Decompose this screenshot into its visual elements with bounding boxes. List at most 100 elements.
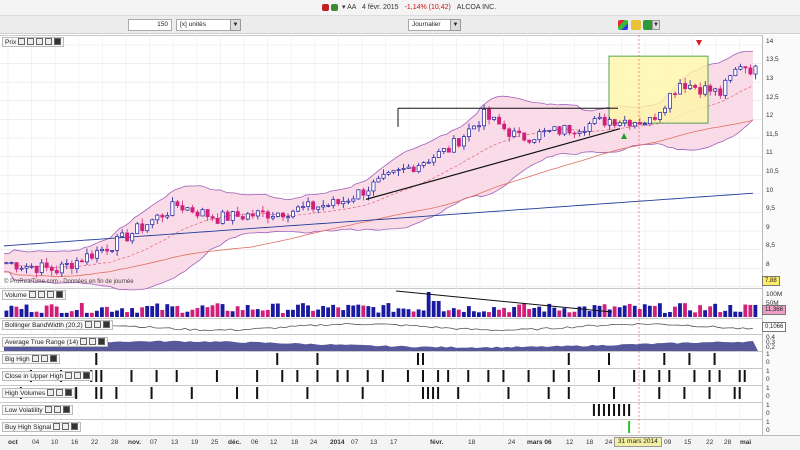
close-upper-signal-bar <box>336 370 339 382</box>
date-tick: 04 <box>32 439 40 446</box>
volume-bar <box>567 312 572 317</box>
window-icon[interactable] <box>53 423 61 430</box>
price-tick: 14 <box>766 38 774 45</box>
close-icon[interactable] <box>54 38 62 45</box>
candle-body <box>577 131 582 134</box>
wrench-icon[interactable] <box>89 338 97 345</box>
volume-bar <box>220 304 225 317</box>
volume-bar <box>205 307 210 317</box>
wrench-icon[interactable] <box>93 321 101 328</box>
window-icon[interactable] <box>65 372 73 379</box>
volume-bar <box>657 303 662 317</box>
wrench-icon[interactable] <box>62 423 70 430</box>
wrench-icon[interactable] <box>40 355 48 362</box>
volume-tick: 100M <box>766 291 783 298</box>
buy-high-panel-label[interactable]: Buy High Signal <box>2 422 82 432</box>
close-upper-signal-bar <box>437 370 440 382</box>
candle-body <box>311 201 316 210</box>
candle-body <box>180 205 185 211</box>
close-upper-signal-bar <box>527 370 530 382</box>
bbw-panel-label[interactable]: Bollinger BandWidth (20,2) <box>2 320 113 330</box>
low-volatility-axis: 1 0 <box>762 402 800 419</box>
wrench-icon[interactable] <box>53 406 61 413</box>
candle-body <box>276 212 280 217</box>
volume-bar <box>542 311 547 317</box>
candle-body <box>165 215 170 218</box>
window-icon[interactable] <box>47 389 55 396</box>
big-high-panel-label[interactable]: Big High <box>2 354 60 364</box>
window-icon[interactable] <box>31 355 39 362</box>
window-icon[interactable] <box>28 291 36 298</box>
volume-bar <box>240 310 245 317</box>
close-icon[interactable] <box>102 321 110 328</box>
color-picker-icon[interactable] <box>618 20 628 30</box>
close-upper-signal-bar <box>406 370 409 382</box>
window-icon[interactable] <box>18 38 26 45</box>
chevron-down-icon[interactable]: ▼ <box>450 19 461 31</box>
candle-body <box>260 210 265 213</box>
close-icon[interactable] <box>49 355 57 362</box>
atr-panel-label[interactable]: Average True Range (14) <box>2 337 109 347</box>
window-icon[interactable] <box>27 38 35 45</box>
big-high-signal-bar <box>422 353 425 365</box>
price-tick: 9 <box>766 224 770 231</box>
volume-bar <box>4 310 9 317</box>
close-upper-panel-label[interactable]: Close in Upper High <box>2 371 94 381</box>
low-volatility-panel-label[interactable]: Low Volatility <box>2 405 73 415</box>
close-icon[interactable] <box>98 338 106 345</box>
window-icon[interactable] <box>80 338 88 345</box>
candle-body <box>230 211 235 221</box>
candle-body <box>446 148 451 153</box>
period-select[interactable]: Journalier <box>408 19 452 31</box>
wrench-icon[interactable] <box>46 291 54 298</box>
price-tick: 8 <box>766 261 770 268</box>
price-panel-label[interactable]: Prix <box>2 37 65 47</box>
wrench-icon[interactable] <box>74 372 82 379</box>
volume-bar <box>285 309 290 317</box>
candle-body <box>100 248 104 252</box>
high-volumes-panel-label[interactable]: High Volumes <box>2 388 76 398</box>
candle-body <box>371 181 376 192</box>
big-high-signal-bar <box>608 353 610 365</box>
draw-tool-icon[interactable] <box>631 20 641 30</box>
wrench-icon[interactable] <box>56 389 64 396</box>
volume-panel-label[interactable]: Volume <box>2 290 66 300</box>
high-volume-signal-bar <box>567 387 570 399</box>
volume-bar <box>406 309 411 317</box>
close-icon[interactable] <box>71 423 79 430</box>
high-volume-signal-bar <box>733 387 736 399</box>
window-icon[interactable] <box>44 406 52 413</box>
candle-body <box>436 151 441 158</box>
price-footer: © ProRealTime.com - Données en fin de jo… <box>4 279 134 285</box>
close-upper-label-text: Close in Upper High <box>5 373 64 380</box>
refresh-icon[interactable] <box>331 4 338 11</box>
ind-tick: 0 <box>766 376 770 383</box>
chevron-down-icon[interactable]: ▼ <box>652 20 660 30</box>
bars-count-input[interactable]: 150 <box>128 19 172 31</box>
close-icon[interactable] <box>83 372 91 379</box>
chart-canvas[interactable] <box>0 35 762 435</box>
close-upper-signal-bar <box>552 370 555 382</box>
bars-unit-select[interactable]: [x] unités <box>176 19 232 31</box>
cursor-date-badge: 31 mars 2014 <box>614 437 662 447</box>
window-icon[interactable] <box>84 321 92 328</box>
candle-body <box>693 84 698 88</box>
close-icon[interactable] <box>62 406 70 413</box>
wrench-icon[interactable] <box>45 38 53 45</box>
close-icon[interactable] <box>55 291 63 298</box>
close-icon[interactable] <box>65 389 73 396</box>
ind-tick: 1 <box>766 419 770 426</box>
volume-bar <box>105 306 109 317</box>
date-tick: 13 <box>171 439 179 446</box>
low-volatility-label-text: Low Volatility <box>5 407 43 414</box>
volume-bar <box>733 311 738 317</box>
window-icon[interactable] <box>37 291 45 298</box>
volume-bar <box>512 306 517 317</box>
volume-bar <box>316 309 320 317</box>
chevron-down-icon[interactable]: ▼ <box>230 19 241 31</box>
volume-bar <box>517 304 522 317</box>
candle-body <box>74 260 79 269</box>
volume-bar <box>743 304 748 317</box>
volume-bar <box>748 304 753 317</box>
window-icon[interactable] <box>36 38 44 45</box>
